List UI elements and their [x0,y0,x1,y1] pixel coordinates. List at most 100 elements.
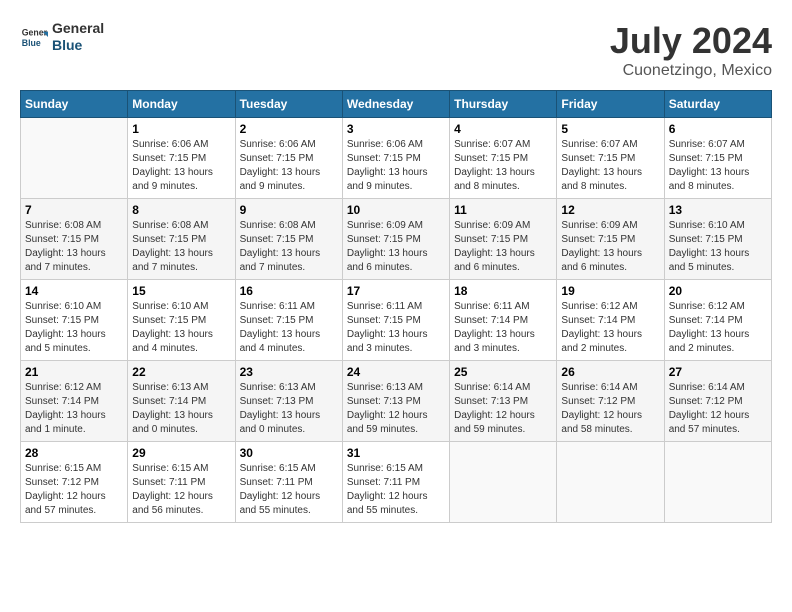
day-number: 14 [25,284,123,298]
day-number: 25 [454,365,552,379]
calendar-cell: 31 Sunrise: 6:15 AM Sunset: 7:11 PM Dayli… [342,442,449,523]
logo-text: General Blue [52,20,104,54]
calendar-cell: 8 Sunrise: 6:08 AM Sunset: 7:15 PM Daylig… [128,199,235,280]
day-info: Sunrise: 6:07 AM Sunset: 7:15 PM Dayligh… [561,138,659,194]
day-info: Sunrise: 6:10 AM Sunset: 7:15 PM Dayligh… [25,300,123,356]
day-info: Sunrise: 6:08 AM Sunset: 7:15 PM Dayligh… [240,219,338,275]
day-number: 30 [240,446,338,460]
day-number: 16 [240,284,338,298]
day-info: Sunrise: 6:11 AM Sunset: 7:15 PM Dayligh… [347,300,445,356]
day-number: 4 [454,122,552,136]
day-info: Sunrise: 6:09 AM Sunset: 7:15 PM Dayligh… [454,219,552,275]
day-number: 11 [454,203,552,217]
calendar-cell: 5 Sunrise: 6:07 AM Sunset: 7:15 PM Daylig… [557,118,664,199]
day-info: Sunrise: 6:12 AM Sunset: 7:14 PM Dayligh… [669,300,767,356]
day-number: 22 [132,365,230,379]
day-info: Sunrise: 6:07 AM Sunset: 7:15 PM Dayligh… [454,138,552,194]
day-info: Sunrise: 6:15 AM Sunset: 7:11 PM Dayligh… [347,462,445,518]
calendar-cell: 11 Sunrise: 6:09 AM Sunset: 7:15 PM Dayli… [450,199,557,280]
day-number: 19 [561,284,659,298]
day-number: 15 [132,284,230,298]
location-text: Cuonetzingo, Mexico [610,62,772,80]
day-info: Sunrise: 6:15 AM Sunset: 7:12 PM Dayligh… [25,462,123,518]
calendar-cell: 25Sunrise: 6:14 AM Sunset: 7:13 PM Dayli… [450,361,557,442]
day-info: Sunrise: 6:06 AM Sunset: 7:15 PM Dayligh… [132,138,230,194]
day-info: Sunrise: 6:10 AM Sunset: 7:15 PM Dayligh… [132,300,230,356]
day-info: Sunrise: 6:10 AM Sunset: 7:15 PM Dayligh… [669,219,767,275]
month-title: July 2024 [610,20,772,62]
calendar-cell: 20 Sunrise: 6:12 AM Sunset: 7:14 PM Dayli… [664,280,771,361]
calendar-table: SundayMondayTuesdayWednesdayThursdayFrid… [20,90,772,523]
day-info: Sunrise: 6:13 AM Sunset: 7:13 PM Dayligh… [347,381,445,437]
day-number: 6 [669,122,767,136]
calendar-cell [557,442,664,523]
day-info: Sunrise: 6:08 AM Sunset: 7:15 PM Dayligh… [25,219,123,275]
day-number: 31 [347,446,445,460]
day-number: 9 [240,203,338,217]
day-info: Sunrise: 6:09 AM Sunset: 7:15 PM Dayligh… [347,219,445,275]
calendar-cell: 18 Sunrise: 6:11 AM Sunset: 7:14 PM Dayli… [450,280,557,361]
calendar-cell: 23Sunrise: 6:13 AM Sunset: 7:13 PM Dayli… [235,361,342,442]
calendar-header-row: SundayMondayTuesdayWednesdayThursdayFrid… [21,91,772,118]
column-header-friday: Friday [557,91,664,118]
title-area: July 2024 Cuonetzingo, Mexico [610,20,772,80]
calendar-cell: 27 Sunrise: 6:14 AM Sunset: 7:12 PM Dayli… [664,361,771,442]
week-row-3: 14 Sunrise: 6:10 AM Sunset: 7:15 PM Dayli… [21,280,772,361]
day-info: Sunrise: 6:09 AM Sunset: 7:15 PM Dayligh… [561,219,659,275]
calendar-cell: 16Sunrise: 6:11 AM Sunset: 7:15 PM Dayli… [235,280,342,361]
calendar-cell: 2Sunrise: 6:06 AM Sunset: 7:15 PM Daylig… [235,118,342,199]
day-info: Sunrise: 6:11 AM Sunset: 7:14 PM Dayligh… [454,300,552,356]
day-number: 21 [25,365,123,379]
day-info: Sunrise: 6:08 AM Sunset: 7:15 PM Dayligh… [132,219,230,275]
calendar-cell: 21 Sunrise: 6:12 AM Sunset: 7:14 PM Dayli… [21,361,128,442]
day-info: Sunrise: 6:15 AM Sunset: 7:11 PM Dayligh… [240,462,338,518]
calendar-cell [664,442,771,523]
day-info: Sunrise: 6:14 AM Sunset: 7:12 PM Dayligh… [669,381,767,437]
calendar-cell: 3Sunrise: 6:06 AM Sunset: 7:15 PM Daylig… [342,118,449,199]
day-number: 13 [669,203,767,217]
calendar-cell: 22 Sunrise: 6:13 AM Sunset: 7:14 PM Dayli… [128,361,235,442]
day-number: 12 [561,203,659,217]
day-number: 26 [561,365,659,379]
column-header-tuesday: Tuesday [235,91,342,118]
calendar-cell [450,442,557,523]
calendar-cell: 17 Sunrise: 6:11 AM Sunset: 7:15 PM Dayli… [342,280,449,361]
column-header-saturday: Saturday [664,91,771,118]
calendar-cell: 13 Sunrise: 6:10 AM Sunset: 7:15 PM Dayli… [664,199,771,280]
day-number: 8 [132,203,230,217]
calendar-cell: 1Sunrise: 6:06 AM Sunset: 7:15 PM Daylig… [128,118,235,199]
day-number: 17 [347,284,445,298]
calendar-cell: 29Sunrise: 6:15 AM Sunset: 7:11 PM Dayli… [128,442,235,523]
day-number: 3 [347,122,445,136]
calendar-cell: 15 Sunrise: 6:10 AM Sunset: 7:15 PM Dayli… [128,280,235,361]
logo-icon: General Blue [20,23,48,51]
day-number: 27 [669,365,767,379]
column-header-monday: Monday [128,91,235,118]
calendar-cell: 19Sunrise: 6:12 AM Sunset: 7:14 PM Dayli… [557,280,664,361]
day-info: Sunrise: 6:12 AM Sunset: 7:14 PM Dayligh… [25,381,123,437]
day-info: Sunrise: 6:07 AM Sunset: 7:15 PM Dayligh… [669,138,767,194]
column-header-sunday: Sunday [21,91,128,118]
day-number: 7 [25,203,123,217]
logo-general-text: General [52,20,104,37]
logo: General Blue General Blue [20,20,104,54]
column-header-thursday: Thursday [450,91,557,118]
calendar-cell: 4 Sunrise: 6:07 AM Sunset: 7:15 PM Daylig… [450,118,557,199]
day-number: 5 [561,122,659,136]
week-row-5: 28Sunrise: 6:15 AM Sunset: 7:12 PM Dayli… [21,442,772,523]
day-info: Sunrise: 6:14 AM Sunset: 7:12 PM Dayligh… [561,381,659,437]
column-header-wednesday: Wednesday [342,91,449,118]
calendar-cell: 12 Sunrise: 6:09 AM Sunset: 7:15 PM Dayli… [557,199,664,280]
day-info: Sunrise: 6:13 AM Sunset: 7:14 PM Dayligh… [132,381,230,437]
calendar-cell: 6 Sunrise: 6:07 AM Sunset: 7:15 PM Daylig… [664,118,771,199]
day-number: 20 [669,284,767,298]
logo-blue-text: Blue [52,37,104,54]
calendar-cell: 10Sunrise: 6:09 AM Sunset: 7:15 PM Dayli… [342,199,449,280]
calendar-cell: 28Sunrise: 6:15 AM Sunset: 7:12 PM Dayli… [21,442,128,523]
day-number: 2 [240,122,338,136]
calendar-cell [21,118,128,199]
calendar-cell: 24Sunrise: 6:13 AM Sunset: 7:13 PM Dayli… [342,361,449,442]
calendar-cell: 14 Sunrise: 6:10 AM Sunset: 7:15 PM Dayli… [21,280,128,361]
day-number: 18 [454,284,552,298]
day-info: Sunrise: 6:13 AM Sunset: 7:13 PM Dayligh… [240,381,338,437]
